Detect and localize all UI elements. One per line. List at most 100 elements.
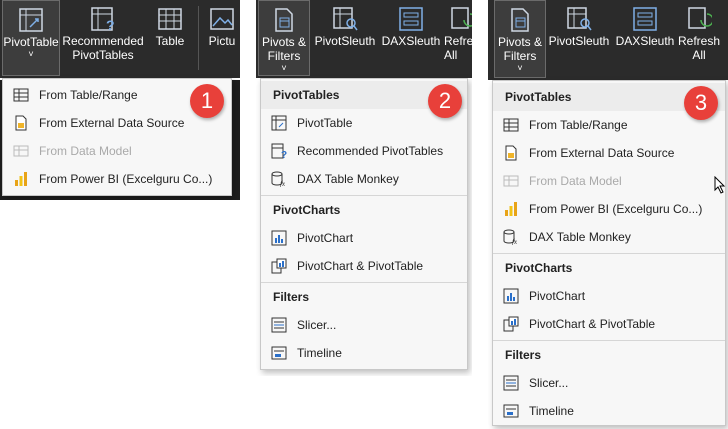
dax-table-monkey-icon: fx xyxy=(271,171,286,187)
refresh-icon xyxy=(688,7,712,29)
pivotchart-pivottable-icon xyxy=(503,316,519,332)
menu-item-slicer[interactable]: Slicer... xyxy=(493,369,725,397)
daxsleuth-icon xyxy=(633,7,657,31)
pivotchart-icon xyxy=(271,230,287,246)
menu-item-from-data-model: From Data Model xyxy=(3,137,231,165)
external-data-icon xyxy=(15,115,27,131)
pivotsleuth-label: PivotSleuth xyxy=(548,34,610,48)
ribbon: Pivots & Filters ˅ PivotSleuth DAXSleuth… xyxy=(256,0,472,78)
menu-item-label: From Data Model xyxy=(529,174,622,188)
section-header-filters: Filters xyxy=(493,341,725,369)
pivots-filters-button[interactable]: Pivots & Filters ˅ xyxy=(494,0,546,78)
menu-item-label: Timeline xyxy=(297,346,342,360)
pivotsleuth-icon xyxy=(567,7,592,31)
pictures-icon xyxy=(210,8,234,30)
menu-item-timeline[interactable]: Timeline xyxy=(493,397,725,425)
pictures-label: Pictu xyxy=(208,34,236,48)
menu-item-pivotchart[interactable]: PivotChart xyxy=(261,224,467,252)
menu-item-dax-table-monkey[interactable]: fx DAX Table Monkey xyxy=(493,223,725,251)
table-range-icon xyxy=(13,88,29,102)
ribbon: PivotTable ˅ ? Recommended PivotTables T… xyxy=(0,0,240,78)
pivotsleuth-icon xyxy=(333,7,358,31)
power-bi-icon xyxy=(505,202,517,216)
recommended-pivottables-button[interactable]: ? Recommended PivotTables xyxy=(60,0,146,76)
menu-item-pivotchart-pivottable[interactable]: PivotChart & PivotTable xyxy=(493,310,725,338)
menu-item-from-power-bi[interactable]: From Power BI (Excelguru Co...) xyxy=(3,165,231,193)
timeline-icon xyxy=(503,404,519,418)
pivots-filters-dropdown-menu: PivotTables From Table/Range From Extern… xyxy=(492,80,726,426)
pivots-filters-label: Pivots & Filters xyxy=(497,35,542,63)
pivottable-icon xyxy=(19,8,43,32)
data-model-icon xyxy=(503,175,519,187)
refresh-all-label: Refresh All xyxy=(677,34,721,62)
menu-item-recommended-pivottables[interactable]: ? Recommended PivotTables xyxy=(261,137,467,165)
menu-item-label: PivotTable xyxy=(297,116,353,130)
menu-item-label: Slicer... xyxy=(297,318,337,332)
daxsleuth-label: DAXSleuth xyxy=(381,34,441,48)
screenshot-panel-3: Pivots & Filters ˅ PivotSleuth DAXSleuth… xyxy=(488,0,728,429)
pivotchart-pivottable-icon xyxy=(271,258,287,274)
table-label: Table xyxy=(155,34,185,48)
menu-item-dax-table-monkey[interactable]: fx DAX Table Monkey xyxy=(261,165,467,193)
pivots-filters-button[interactable]: Pivots & Filters ˅ xyxy=(258,0,310,76)
recommended-pivottables-label: Recommended PivotTables xyxy=(62,34,144,62)
svg-text:fx: fx xyxy=(512,238,518,245)
data-model-icon xyxy=(13,145,29,157)
daxsleuth-icon xyxy=(399,7,423,31)
ribbon-divider xyxy=(198,6,199,70)
pivotsleuth-button[interactable]: PivotSleuth xyxy=(312,0,378,76)
table-button[interactable]: Table xyxy=(146,0,194,76)
external-data-icon xyxy=(505,145,517,161)
menu-item-from-power-bi[interactable]: From Power BI (Excelguru Co...) xyxy=(493,195,725,223)
pivots-filters-dropdown-menu: PivotTables PivotTable ? Recommended Piv… xyxy=(260,78,468,370)
slicer-icon xyxy=(271,317,287,333)
pivottable-button[interactable]: PivotTable ˅ xyxy=(2,0,60,76)
menu-item-pivotchart[interactable]: PivotChart xyxy=(493,282,725,310)
pictures-button[interactable]: Pictu xyxy=(202,0,240,76)
daxsleuth-label: DAXSleuth xyxy=(615,34,675,48)
timeline-icon xyxy=(271,346,287,360)
menu-item-label: DAX Table Monkey xyxy=(529,230,631,244)
svg-text:fx: fx xyxy=(280,180,286,187)
recommended-pivottables-icon: ? xyxy=(91,7,115,32)
refresh-all-label: Refresh All xyxy=(444,34,472,62)
menu-item-timeline[interactable]: Timeline xyxy=(261,339,467,367)
screenshot-panel-2: Pivots & Filters ˅ PivotSleuth DAXSleuth… xyxy=(256,0,472,376)
menu-item-from-data-model: From Data Model xyxy=(493,167,725,195)
mouse-cursor-icon xyxy=(714,176,726,194)
screenshot-panel-1: PivotTable ˅ ? Recommended PivotTables T… xyxy=(0,0,240,200)
refresh-icon xyxy=(451,7,472,29)
dax-table-monkey-icon: fx xyxy=(503,229,518,245)
pivotchart-icon xyxy=(503,288,519,304)
menu-item-label: From Table/Range xyxy=(529,118,628,132)
menu-item-label: From Data Model xyxy=(39,144,132,158)
menu-item-pivotchart-pivottable[interactable]: PivotChart & PivotTable xyxy=(261,252,467,280)
slicer-icon xyxy=(503,375,519,391)
menu-item-label: PivotChart xyxy=(529,289,586,303)
menu-item-label: Recommended PivotTables xyxy=(297,144,444,158)
menu-item-slicer[interactable]: Slicer... xyxy=(261,311,467,339)
step-badge: 1 xyxy=(190,84,224,118)
pivots-filters-icon xyxy=(511,8,529,32)
menu-item-label: From Power BI (Excelguru Co...) xyxy=(39,172,213,186)
menu-item-label: Timeline xyxy=(529,404,574,418)
pivottable-label: PivotTable xyxy=(3,35,59,49)
table-range-icon xyxy=(503,118,519,132)
menu-item-from-external-data-source[interactable]: From External Data Source xyxy=(493,139,725,167)
chevron-down-icon: ˅ xyxy=(517,63,523,73)
chevron-down-icon: ˅ xyxy=(281,63,287,73)
ribbon: Pivots & Filters ˅ PivotSleuth DAXSleuth… xyxy=(488,0,728,80)
pivotsleuth-label: PivotSleuth xyxy=(314,34,376,48)
menu-item-label: From Table/Range xyxy=(39,88,138,102)
daxsleuth-button[interactable]: DAXSleuth xyxy=(614,0,676,78)
chevron-down-icon: ˅ xyxy=(28,49,34,59)
menu-item-label: From External Data Source xyxy=(39,116,185,130)
refresh-all-button[interactable]: Refresh All xyxy=(444,0,472,76)
refresh-all-button[interactable]: Refresh All xyxy=(676,0,722,78)
menu-item-label: PivotChart xyxy=(297,231,354,245)
pivotsleuth-button[interactable]: PivotSleuth xyxy=(546,0,612,78)
pivots-filters-icon xyxy=(275,8,293,32)
pivots-filters-label: Pivots & Filters xyxy=(261,35,306,63)
section-header-filters: Filters xyxy=(261,283,467,311)
daxsleuth-button[interactable]: DAXSleuth xyxy=(380,0,442,76)
